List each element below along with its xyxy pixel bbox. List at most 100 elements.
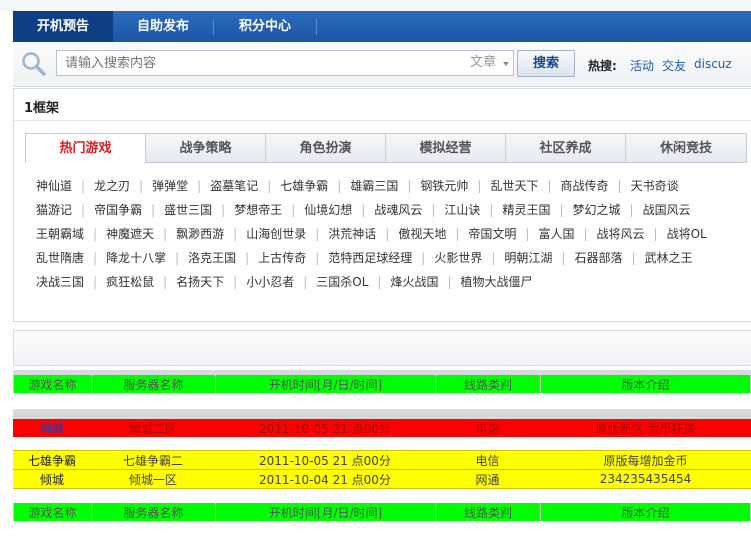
game-link[interactable]: 梦想帝王 <box>234 201 282 218</box>
search-type-value: 文章 <box>470 55 497 70</box>
game-link[interactable]: 傲视天地 <box>398 225 446 242</box>
table-header-row: 游戏名称 服务器名称 开机时间[月/日/时间] 线路类别 版本介绍 <box>13 375 751 393</box>
header-line-type: 线路类别 <box>435 503 541 521</box>
main-nav: 开机预告 自助发布 积分中心 <box>13 11 751 42</box>
game-link[interactable]: 弹弹堂 <box>152 177 188 194</box>
search-type-select[interactable]: 文章 <box>464 50 514 76</box>
search-input[interactable] <box>56 50 476 76</box>
game-link[interactable]: 富人国 <box>538 225 574 242</box>
nav-divider <box>316 19 317 35</box>
separator: | <box>221 203 226 217</box>
game-link[interactable]: 飘渺西游 <box>176 225 224 242</box>
frame-title: 1框架 <box>24 101 60 116</box>
game-link[interactable]: 梦幻之城 <box>573 201 621 218</box>
hot-link-discuz[interactable]: discuz <box>694 57 732 71</box>
header-version: 版本介绍 <box>540 503 751 521</box>
game-link[interactable]: 石器部落 <box>574 249 622 266</box>
game-link[interactable]: 战将OL <box>667 225 707 242</box>
tab-casual[interactable]: 休闲竞技 <box>625 133 747 162</box>
game-link[interactable]: 帝国文明 <box>468 225 516 242</box>
game-link[interactable]: 战将风云 <box>597 225 645 242</box>
game-link[interactable]: 火影世界 <box>434 249 482 266</box>
search-button[interactable]: 搜索 <box>517 50 575 77</box>
cell-line-type: 电信 <box>435 419 540 437</box>
game-link[interactable]: 神仙道 <box>36 177 72 194</box>
game-link[interactable]: 决战三国 <box>36 273 84 290</box>
cell-line-type: 电信 <box>435 450 540 470</box>
nav-tab-self-publish[interactable]: 自助发布 <box>113 11 213 42</box>
game-link[interactable]: 七雄争霸 <box>280 177 328 194</box>
separator: | <box>81 203 86 217</box>
header-server-name: 服务器名称 <box>91 375 216 393</box>
game-link[interactable]: 洛克王国 <box>188 249 236 266</box>
table-gap <box>13 491 751 503</box>
game-link[interactable]: 仙境幻想 <box>304 201 352 218</box>
game-link[interactable]: 天书奇谈 <box>631 177 679 194</box>
tab-community[interactable]: 社区养成 <box>505 133 626 162</box>
game-link[interactable]: 植物大战僵尸 <box>461 273 533 290</box>
separator: | <box>139 179 144 193</box>
game-link[interactable]: 盗墓笔记 <box>210 177 258 194</box>
separator: | <box>245 251 250 265</box>
separator: | <box>377 275 382 289</box>
tab-war-strategy[interactable]: 战争策略 <box>145 133 266 162</box>
game-link[interactable]: 钢铁元帅 <box>420 177 468 194</box>
game-link[interactable]: 山海创世录 <box>246 225 306 242</box>
separator: | <box>163 227 168 241</box>
separator: | <box>583 227 588 241</box>
cell-game-name[interactable]: 倾城 <box>13 419 91 437</box>
game-link[interactable]: 猫游记 <box>36 201 72 218</box>
hot-link-social[interactable]: 交友 <box>662 57 686 74</box>
separator: | <box>151 203 156 217</box>
game-link[interactable]: 上古传奇 <box>258 249 306 266</box>
game-link[interactable]: 王朝霸域 <box>36 225 84 242</box>
separator: | <box>267 179 272 193</box>
game-link[interactable]: 帝国争霸 <box>94 201 142 218</box>
cell-server-name: 倾城一区 <box>91 469 215 489</box>
server-table-red: 倾城 倾城二区 2011-10-05 21 点00分 电信 原版新区 金币狂送 <box>13 419 751 437</box>
separator: | <box>315 227 320 241</box>
game-link[interactable]: 雄霸三国 <box>350 177 398 194</box>
game-link[interactable]: 乱世隋唐 <box>36 249 84 266</box>
game-link[interactable]: 降龙十八掌 <box>106 249 166 266</box>
game-link[interactable]: 神魔遮天 <box>106 225 154 242</box>
game-row: 决战三国 | 疯狂松鼠 | 名扬天下 | 小小忍者 | 三国杀OL | 烽火战国 | 植物大战僵尸 <box>36 273 533 297</box>
separator: | <box>81 179 86 193</box>
header-version: 版本介绍 <box>540 375 751 393</box>
game-link[interactable]: 商战传奇 <box>561 177 609 194</box>
cell-game-name[interactable]: 七雄争霸 <box>13 450 91 470</box>
separator: | <box>303 275 308 289</box>
game-link[interactable]: 精灵王国 <box>502 201 550 218</box>
game-link[interactable]: 战魂风云 <box>374 201 422 218</box>
game-link[interactable]: 龙之刃 <box>94 177 130 194</box>
game-link[interactable]: 战国风云 <box>643 201 691 218</box>
tab-simulation[interactable]: 模拟经营 <box>385 133 506 162</box>
game-link[interactable]: 武林之王 <box>645 249 693 266</box>
game-link[interactable]: 乱世天下 <box>490 177 538 194</box>
separator: | <box>489 203 494 217</box>
game-link[interactable]: 范特西足球经理 <box>328 249 412 266</box>
cell-open-time: 2011-10-04 21 点00分 <box>215 469 435 489</box>
game-link[interactable]: 洪荒神话 <box>328 225 376 242</box>
game-link[interactable]: 明朝江湖 <box>504 249 552 266</box>
game-row: 猫游记 | 帝国争霸 | 盛世三国 | 梦想帝王 | 仙境幻想 | 战魂风云 | 江山诀 | 精灵王国 | 梦幻… <box>36 201 691 225</box>
nav-tab-preview[interactable]: 开机预告 <box>13 11 113 42</box>
table-gap <box>13 409 751 419</box>
cell-game-name[interactable]: 倾城 <box>13 469 91 489</box>
game-link[interactable]: 三国杀OL <box>316 273 368 290</box>
tab-hot-games[interactable]: 热门游戏 <box>25 133 146 163</box>
tab-role-playing[interactable]: 角色扮演 <box>265 133 386 162</box>
table-row: 倾城 倾城一区 2011-10-04 21 点00分 网通 2342354354… <box>13 469 751 489</box>
hot-link-activity[interactable]: 活动 <box>630 57 654 74</box>
cell-server-name: 倾城二区 <box>91 419 215 437</box>
game-link[interactable]: 盛世三国 <box>164 201 212 218</box>
game-link[interactable]: 小小忍者 <box>246 273 294 290</box>
separator: | <box>547 179 552 193</box>
nav-tab-points-center[interactable]: 积分中心 <box>214 11 316 42</box>
game-link[interactable]: 烽火战国 <box>390 273 438 290</box>
table-header-row: 游戏名称 服务器名称 开机时间[月/日/时间] 线路类别 版本介绍 <box>13 503 751 521</box>
game-link[interactable]: 名扬天下 <box>176 273 224 290</box>
game-row: 王朝霸域 | 神魔遮天 | 飘渺西游 | 山海创世录 | 洪荒神话 | 傲视天地 | 帝国文明 | 富人国 |… <box>36 225 707 249</box>
game-link[interactable]: 疯狂松鼠 <box>106 273 154 290</box>
game-link[interactable]: 江山诀 <box>444 201 480 218</box>
